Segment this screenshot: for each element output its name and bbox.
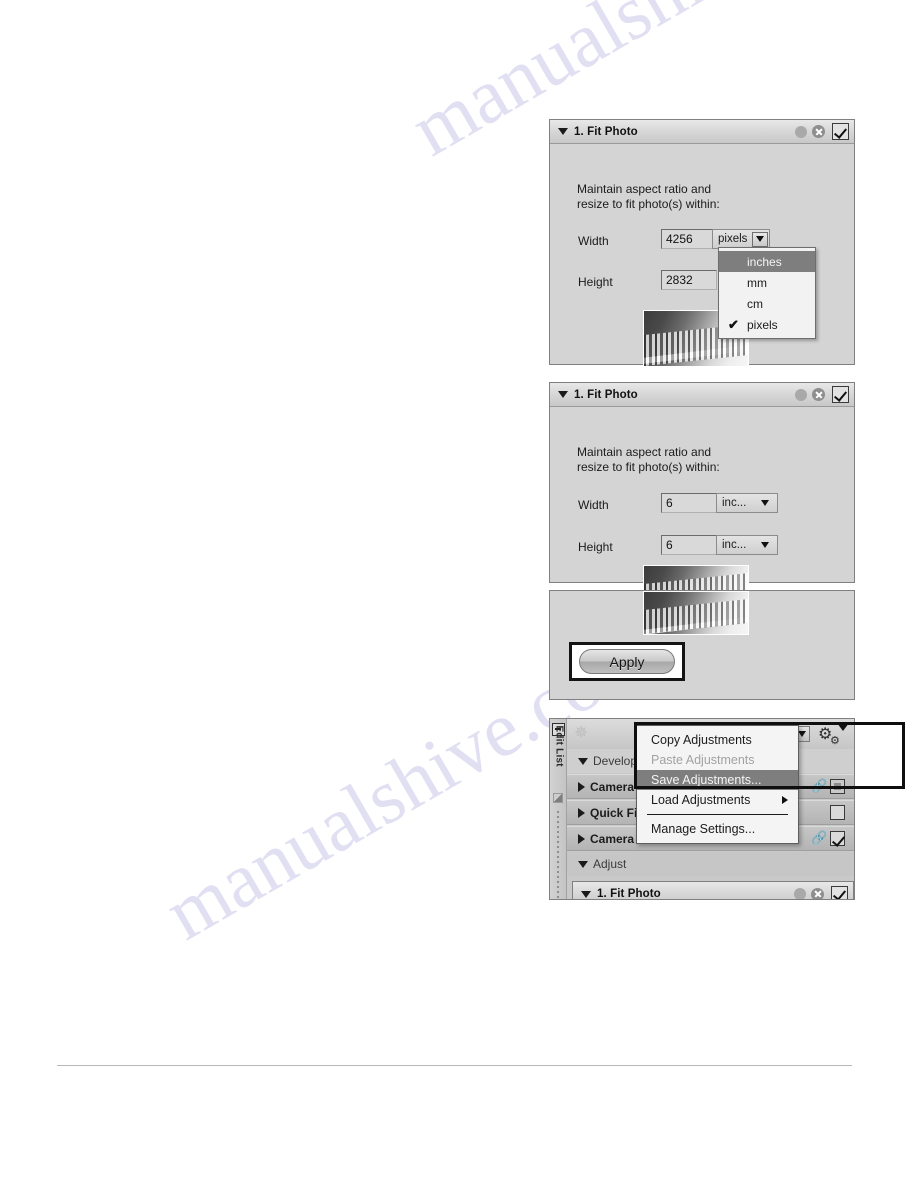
section-checkbox[interactable] — [830, 805, 845, 820]
sunburst-icon: ✵ — [574, 723, 589, 742]
photo-thumbnail — [643, 591, 749, 635]
panel-header[interactable]: 1. Fit Photo — [550, 383, 854, 407]
panel-header[interactable]: 1. Fit Photo — [550, 120, 854, 144]
dropdown-item-label: cm — [747, 296, 763, 311]
menu-item-manage-settings[interactable]: Manage Settings... — [637, 819, 798, 839]
dropdown-item-label: pixels — [747, 317, 778, 332]
width-label: Width — [578, 234, 609, 248]
footer-divider — [57, 1065, 852, 1066]
help-circle-icon[interactable] — [794, 888, 806, 899]
disclosure-triangle-icon[interactable] — [558, 391, 568, 398]
submenu-arrow-icon — [782, 796, 788, 804]
section-label: Develop — [593, 754, 638, 768]
menu-item-label: Save Adjustments... — [651, 773, 762, 787]
height-input[interactable]: 6 — [661, 535, 717, 555]
checkmark-icon: ✔ — [728, 317, 739, 332]
enable-checkbox[interactable] — [832, 386, 849, 403]
reset-x-icon[interactable] — [812, 388, 825, 401]
section-adjust[interactable]: Adjust — [567, 852, 854, 876]
section-checkbox[interactable] — [830, 779, 845, 794]
width-unit-value: pixels — [718, 233, 748, 245]
panel-apply: Apply — [549, 590, 855, 700]
width-label: Width — [578, 498, 609, 512]
dropdown-item-pixels[interactable]: ✔ pixels — [719, 314, 815, 335]
unit-dropdown-menu[interactable]: inches mm cm ✔ pixels — [718, 247, 816, 339]
chevron-down-icon[interactable] — [761, 500, 769, 506]
disclosure-triangle-icon[interactable] — [578, 781, 585, 792]
panel-fit-photo-pixels: 1. Fit Photo Maintain aspect ratio and r… — [549, 119, 855, 367]
reset-x-icon[interactable] — [811, 887, 824, 899]
link-chain-icon: 🔗 — [811, 830, 828, 845]
disclosure-triangle-icon[interactable] — [578, 807, 585, 818]
disclosure-triangle-icon[interactable] — [578, 757, 588, 765]
resize-grip-icon[interactable] — [553, 793, 563, 803]
menu-item-paste-adjustments: Paste Adjustments — [637, 750, 798, 770]
dropdown-item-mm[interactable]: mm — [719, 272, 815, 293]
menu-item-label: Manage Settings... — [651, 822, 756, 836]
chevron-down-icon[interactable] — [761, 542, 769, 548]
menu-separator — [647, 814, 788, 815]
link-chain-icon: 🔗 — [811, 778, 828, 793]
disclosure-triangle-icon[interactable] — [578, 860, 588, 868]
fit-photo-hint: Maintain aspect ratio and resize to fit … — [577, 182, 720, 211]
dropdown-item-label: inches — [747, 254, 782, 269]
enable-checkbox[interactable] — [832, 123, 849, 140]
menu-item-save-adjustments[interactable]: Save Adjustments... — [637, 770, 798, 790]
edit-list-rail: Edit List — [550, 719, 567, 899]
adjustments-context-menu[interactable]: Copy Adjustments Paste Adjustments Save … — [636, 725, 799, 844]
help-circle-icon[interactable] — [795, 125, 807, 138]
height-unit-combo[interactable]: inc... — [716, 535, 778, 555]
fit-photo-hint: Maintain aspect ratio and resize to fit … — [577, 445, 720, 474]
enable-checkbox[interactable] — [831, 885, 848, 899]
disclosure-triangle-icon[interactable] — [581, 890, 591, 898]
width-unit-value: inc... — [722, 497, 747, 509]
panel-body: Maintain aspect ratio and resize to fit … — [550, 407, 854, 609]
panel-fit-photo-inches: 1. Fit Photo Maintain aspect ratio and r… — [549, 382, 855, 609]
nested-panel-fit-photo: 1. Fit Photo — [572, 881, 854, 900]
menu-item-copy-adjustments[interactable]: Copy Adjustments — [637, 730, 798, 750]
dropdown-item-inches[interactable]: inches — [719, 251, 815, 272]
dropdown-item-label: mm — [747, 275, 767, 290]
apply-button[interactable]: Apply — [579, 649, 675, 674]
menu-item-label: Load Adjustments — [651, 793, 751, 807]
gear-icon[interactable]: ⚙ — [830, 736, 840, 747]
width-unit-combo[interactable]: pixels — [712, 229, 770, 249]
width-input[interactable]: 4256 — [661, 229, 717, 249]
disclosure-triangle-icon[interactable] — [578, 833, 585, 844]
chevron-down-icon[interactable] — [837, 723, 849, 731]
rail-dots-decor — [557, 811, 559, 899]
panel-title: 1. Fit Photo — [574, 388, 638, 401]
section-label: Adjust — [593, 857, 627, 871]
disclosure-triangle-icon[interactable] — [558, 128, 568, 135]
edit-list-rail-label: Edit List — [553, 725, 565, 767]
width-input[interactable]: 6 — [661, 493, 717, 513]
height-input[interactable]: 2832 — [661, 270, 717, 290]
width-unit-arrow-box[interactable] — [752, 231, 768, 247]
menu-item-load-adjustments[interactable]: Load Adjustments — [637, 790, 798, 810]
height-label: Height — [578, 540, 613, 554]
reset-x-icon[interactable] — [812, 125, 825, 138]
chevron-down-icon — [756, 236, 764, 242]
menu-item-label: Copy Adjustments — [651, 733, 752, 747]
menu-item-label: Paste Adjustments — [651, 753, 755, 767]
height-label: Height — [578, 275, 613, 289]
help-circle-icon[interactable] — [795, 388, 807, 401]
panel-body: Apply — [550, 591, 854, 699]
thumbnail-skyline — [644, 599, 748, 634]
height-unit-value: inc... — [722, 539, 747, 551]
panel-header[interactable]: 1. Fit Photo — [573, 882, 853, 900]
dropdown-item-cm[interactable]: cm — [719, 293, 815, 314]
section-checkbox[interactable] — [830, 831, 845, 846]
panel-body: Maintain aspect ratio and resize to fit … — [550, 144, 854, 367]
panel-title: 1. Fit Photo — [597, 888, 661, 900]
width-unit-combo[interactable]: inc... — [716, 493, 778, 513]
panel-title: 1. Fit Photo — [574, 125, 638, 138]
